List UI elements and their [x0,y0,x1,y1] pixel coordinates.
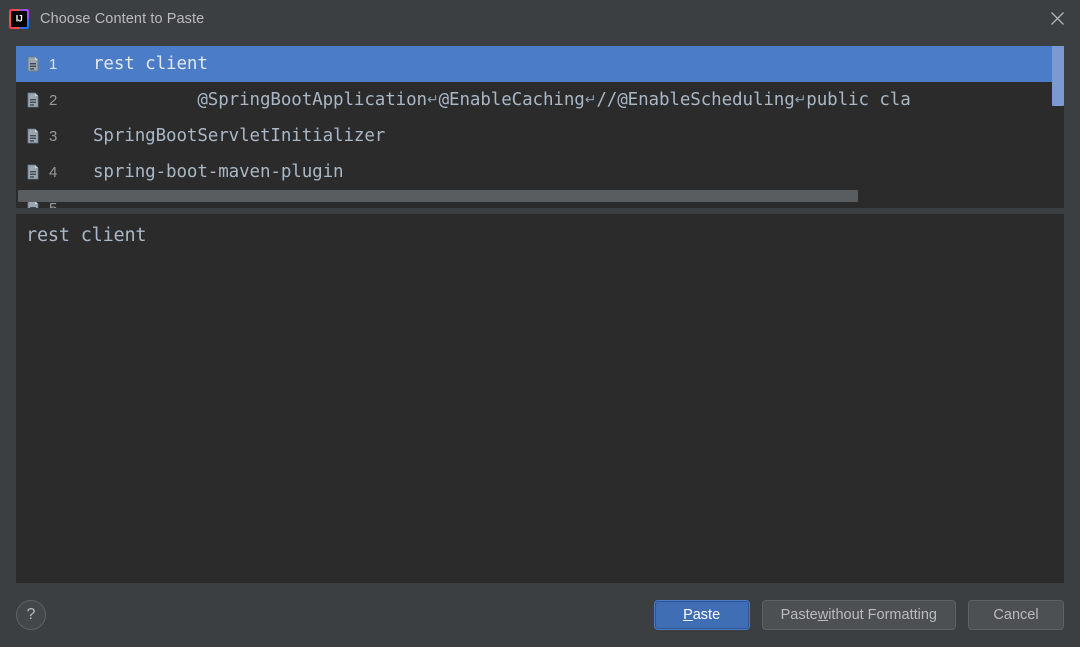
list-vertical-scrollbar[interactable] [1052,46,1064,208]
paste-without-formatting-button[interactable]: Paste w ithout Formatting [761,600,956,630]
footer-button-group: Paste Paste w ithout Formatting Cancel [653,600,1064,630]
list-item-number: 2 [49,91,58,109]
list-item-segment: @EnableCaching [438,90,585,110]
list-item[interactable]: 2 @SpringBootApplication↵@EnableCaching↵… [16,82,1064,118]
document-icon [25,92,41,108]
cancel-button[interactable]: Cancel [968,600,1064,630]
logo-text: IJ [15,13,23,23]
document-icon [25,56,41,72]
list-item-segment: //@EnableScheduling [596,90,795,110]
paste-preview-text: rest client [26,225,147,246]
list-item-segment: @SpringBootApplication [197,90,427,110]
close-icon[interactable] [1034,0,1080,37]
paste-without-formatting-mnemonic: w [817,607,829,623]
choose-content-to-paste-dialog: IJ Choose Content to Paste 1 rest client… [0,0,1080,647]
list-item-text: spring-boot-maven-plugin [93,162,344,182]
paste-button-mnemonic: P [683,607,693,623]
list-item-text: @SpringBootApplication↵@EnableCaching↵//… [93,70,911,130]
dialog-footer: ? Paste Paste w ithout Formatting Cancel [0,583,1080,647]
line-break-icon: ↵ [794,92,807,108]
dialog-titlebar: IJ Choose Content to Paste [0,0,1080,37]
cancel-button-label: Cancel [993,607,1039,623]
list-item-number: 4 [49,163,58,181]
line-break-icon: ↵ [426,92,439,108]
list-horizontal-scrollbar-thumb[interactable] [18,190,858,202]
list-rows-container: 1 rest client 2 @SpringBootApplication↵@… [16,46,1064,208]
help-button[interactable]: ? [16,600,46,630]
list-item-text: SpringBootServletInitializer [93,126,386,146]
line-break-icon: ↵ [584,92,597,108]
document-icon [25,128,41,144]
list-item[interactable]: 4 spring-boot-maven-plugin [16,154,1064,190]
list-item-number: 1 [49,55,58,73]
document-icon [25,164,41,180]
list-item-segment: public cla [806,90,911,110]
paste-preview-pane[interactable]: rest client [16,214,1064,583]
paste-button[interactable]: Paste [653,600,750,630]
list-horizontal-scrollbar[interactable] [16,190,1052,202]
dialog-title: Choose Content to Paste [40,10,205,27]
list-vertical-scrollbar-thumb[interactable] [1052,46,1064,106]
intellij-idea-logo-icon: IJ [9,8,29,29]
paste-without-formatting-label-before: Paste [780,607,818,623]
paste-without-formatting-label-after: ithout Formatting [828,607,937,623]
paste-button-label-after: aste [692,607,721,623]
list-item-number: 3 [49,127,58,145]
clipboard-entries-list[interactable]: 1 rest client 2 @SpringBootApplication↵@… [16,46,1064,208]
